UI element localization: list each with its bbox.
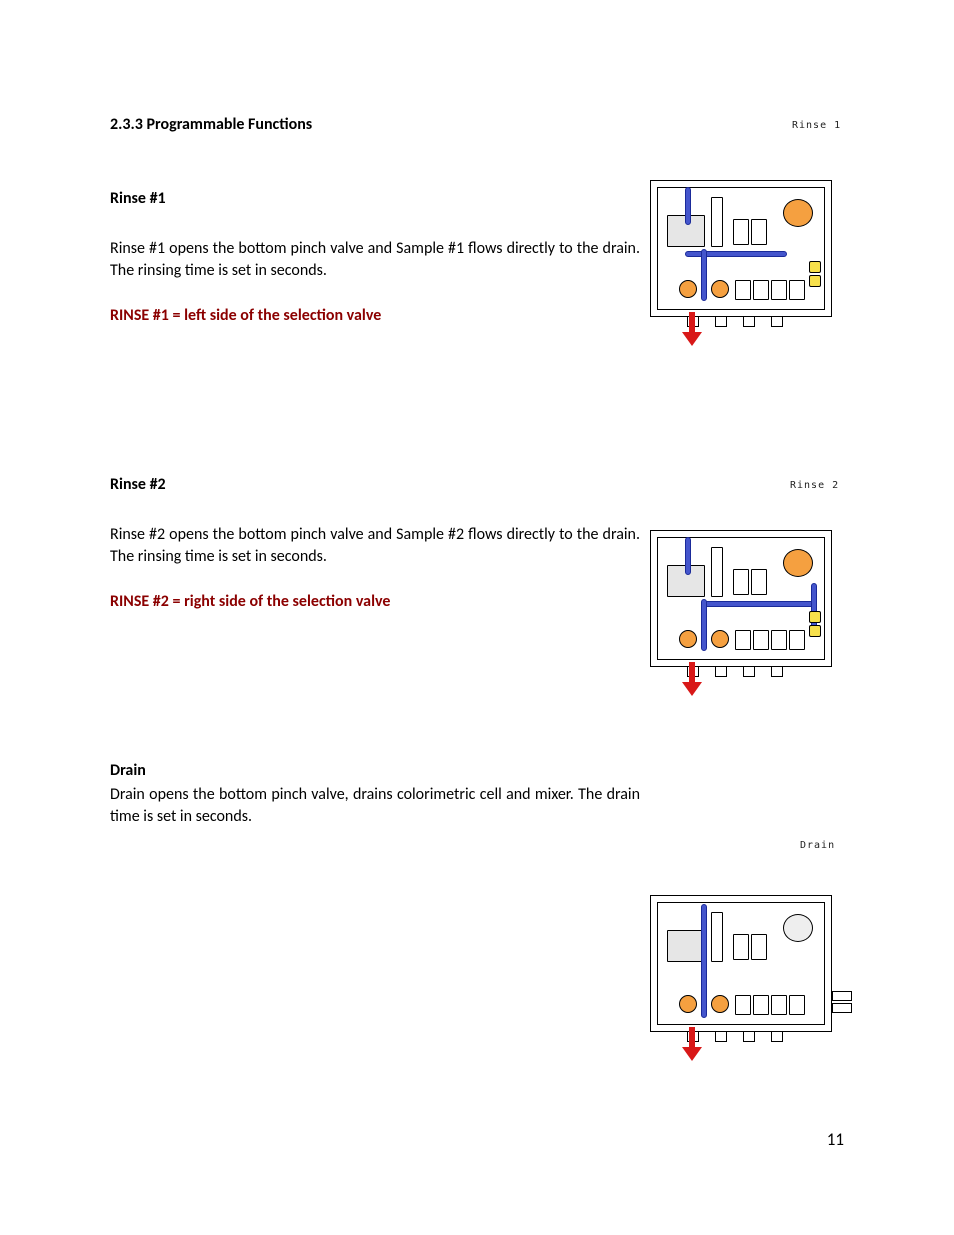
enclosure-icon bbox=[650, 180, 832, 317]
rinse2-paragraph: Rinse #2 opens the bottom pinch valve an… bbox=[110, 524, 640, 567]
drain-paragraph: Drain opens the bottom pinch valve, drai… bbox=[110, 784, 640, 827]
rinse1-note: RINSE #1 = left side of the selection va… bbox=[110, 306, 640, 325]
rinse1-paragraph: Rinse #1 opens the bottom pinch valve an… bbox=[110, 238, 640, 281]
figure-label-rinse2: Rinse 2 bbox=[790, 480, 839, 491]
diagram-rinse2 bbox=[650, 530, 850, 700]
figure-label-drain: Drain bbox=[800, 840, 835, 851]
down-arrow-icon bbox=[682, 1027, 702, 1061]
rinse2-heading: Rinse #2 bbox=[110, 475, 640, 494]
enclosure-icon bbox=[650, 895, 832, 1032]
diagram-drain bbox=[650, 895, 850, 1065]
text-column: 2.3.3 Programmable Functions Rinse #1 Ri… bbox=[110, 115, 640, 853]
page-number: 11 bbox=[827, 1129, 844, 1150]
figure-label-rinse1: Rinse 1 bbox=[792, 120, 841, 131]
section-heading: 2.3.3 Programmable Functions bbox=[110, 115, 640, 134]
down-arrow-icon bbox=[682, 312, 702, 346]
drain-heading: Drain bbox=[110, 761, 640, 780]
document-page: 2.3.3 Programmable Functions Rinse #1 Ri… bbox=[0, 0, 954, 1235]
enclosure-icon bbox=[650, 530, 832, 667]
section-rinse-2: Rinse #2 Rinse #2 opens the bottom pinch… bbox=[110, 475, 640, 611]
rinse2-note: RINSE #2 = right side of the selection v… bbox=[110, 592, 640, 611]
section-rinse-1: Rinse #1 Rinse #1 opens the bottom pinch… bbox=[110, 189, 640, 325]
down-arrow-icon bbox=[682, 662, 702, 696]
rinse1-heading: Rinse #1 bbox=[110, 189, 640, 208]
diagram-rinse1 bbox=[650, 180, 850, 350]
section-drain: Drain Drain opens the bottom pinch valve… bbox=[110, 761, 640, 827]
